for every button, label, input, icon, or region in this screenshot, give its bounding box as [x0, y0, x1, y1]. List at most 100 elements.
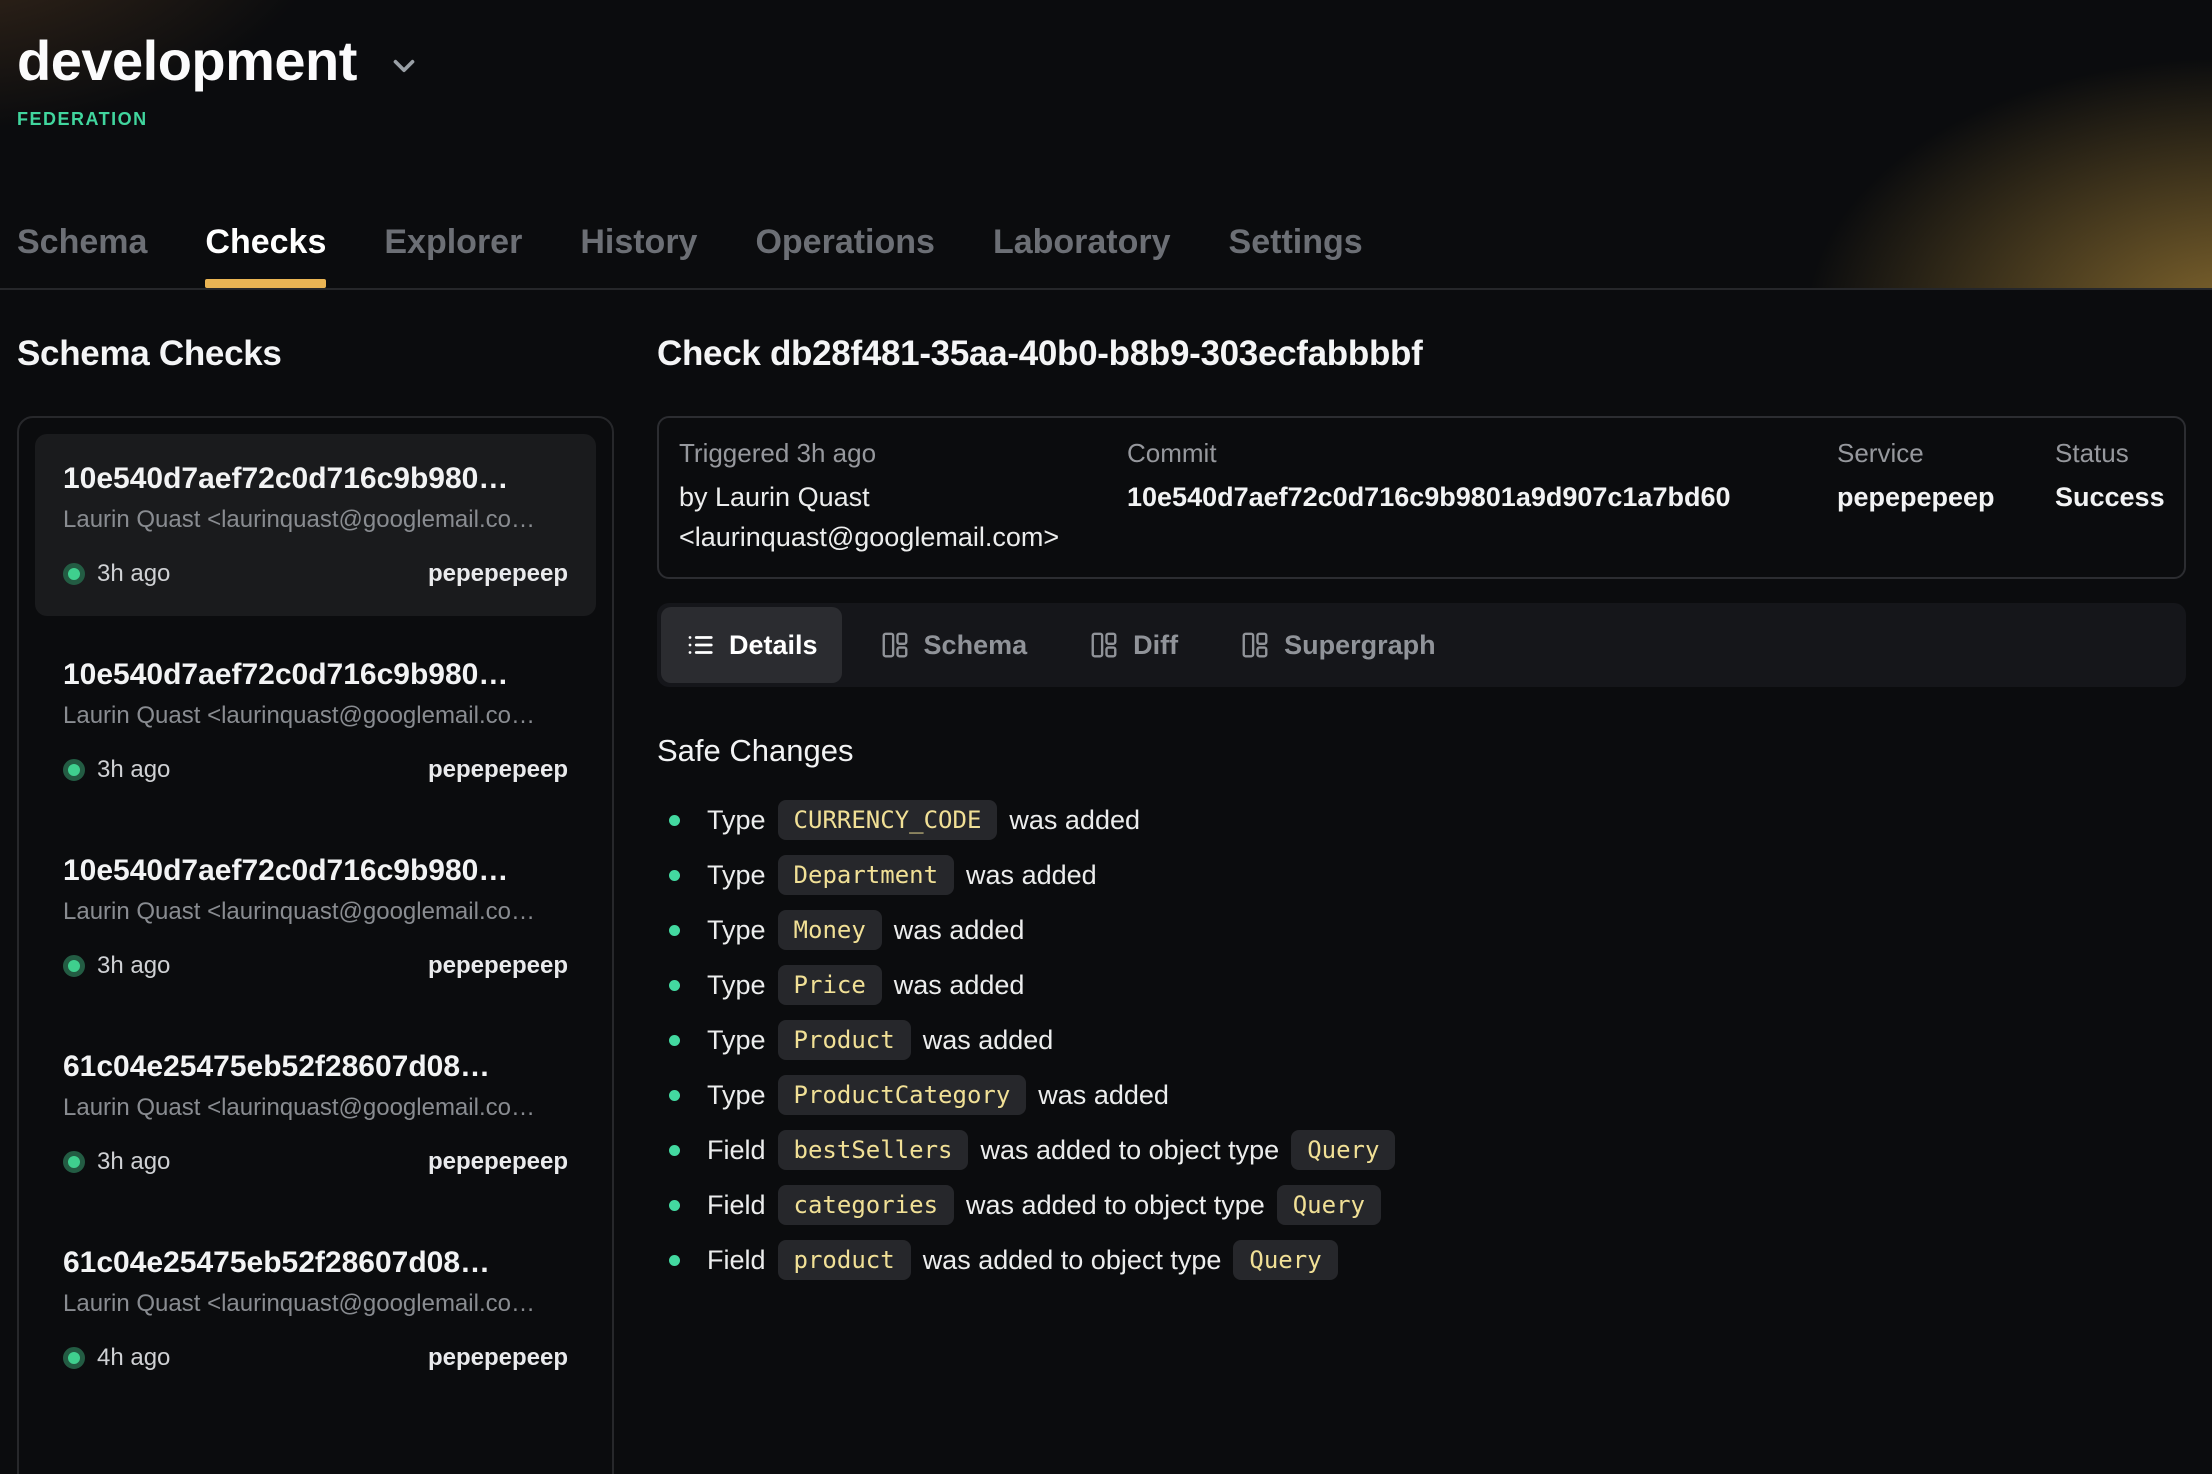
tab-supergraph[interactable]: Supergraph: [1216, 607, 1460, 683]
check-detail-title: Check db28f481-35aa-40b0-b8b9-303ecfabbb…: [657, 334, 2186, 374]
service-label: Service: [1837, 438, 2045, 469]
check-time: 3h ago: [97, 1148, 170, 1176]
tab-details[interactable]: Details: [661, 607, 842, 683]
change-row: Type Department was added: [657, 852, 2186, 898]
check-id: 10e540d7aef72c0d716c9b980…: [63, 658, 568, 692]
change-code-chip: CURRENCY_CODE: [778, 800, 998, 840]
nav-tab-laboratory[interactable]: Laboratory: [993, 223, 1171, 288]
tab-details-label: Details: [729, 630, 818, 661]
change-kind: Type: [707, 805, 766, 836]
change-code-chip: ProductCategory: [778, 1075, 1027, 1115]
meta-status: Status Success: [2055, 438, 2165, 557]
check-service: pepepepeep: [428, 1344, 568, 1372]
bullet-icon: [669, 1145, 680, 1156]
check-service: pepepepeep: [428, 952, 568, 980]
change-row: Field categories was added to object typ…: [657, 1182, 2186, 1228]
check-service: pepepepeep: [428, 560, 568, 588]
change-kind: Type: [707, 1025, 766, 1056]
nav-tab-operations[interactable]: Operations: [755, 223, 934, 288]
nav-tab-checks[interactable]: Checks: [205, 223, 326, 288]
status-value: Success: [2055, 477, 2165, 517]
change-text: was added: [966, 860, 1097, 891]
commit-label: Commit: [1127, 438, 1827, 469]
triggered-label: Triggered 3h ago: [679, 438, 1117, 469]
nav-tab-settings[interactable]: Settings: [1229, 223, 1363, 288]
nav-tab-explorer[interactable]: Explorer: [384, 223, 522, 288]
safe-changes-list: Type CURRENCY_CODE was added Type Depart…: [657, 797, 2186, 1283]
change-code-chip: bestSellers: [778, 1130, 969, 1170]
change-row: Field product was added to object type Q…: [657, 1237, 2186, 1283]
status-dot-icon: [63, 563, 85, 585]
check-list-item[interactable]: 61c04e25475eb52f28607d08… Laurin Quast <…: [35, 1218, 596, 1400]
meta-triggered: Triggered 3h ago by Laurin Quast <laurin…: [679, 438, 1117, 557]
triggered-by: by Laurin Quast: [679, 477, 1117, 517]
meta-commit: Commit 10e540d7aef72c0d716c9b9801a9d907c…: [1127, 438, 1827, 557]
triggered-email: <laurinquast@googlemail.com>: [679, 517, 1117, 557]
check-id: 10e540d7aef72c0d716c9b980…: [63, 854, 568, 888]
change-code2-chip: Query: [1233, 1240, 1337, 1280]
tab-diff[interactable]: Diff: [1065, 607, 1202, 683]
columns-icon: [1240, 630, 1270, 660]
change-code-chip: product: [778, 1240, 911, 1280]
check-time: 4h ago: [97, 1344, 170, 1372]
check-author: Laurin Quast <laurinquast@googlemail.co…: [63, 702, 568, 730]
service-name: pepepepeep: [1837, 477, 2045, 517]
check-service: pepepepeep: [428, 756, 568, 784]
change-row: Type ProductCategory was added: [657, 1072, 2186, 1118]
tab-supergraph-label: Supergraph: [1284, 630, 1436, 661]
main-nav: Schema Checks Explorer History Operation…: [17, 223, 1363, 288]
change-row: Type Product was added: [657, 1017, 2186, 1063]
status-dot-icon: [63, 955, 85, 977]
change-row: Type Money was added: [657, 907, 2186, 953]
change-kind: Field: [707, 1135, 766, 1166]
check-detail-panel: Check db28f481-35aa-40b0-b8b9-303ecfabbb…: [657, 290, 2186, 1474]
bullet-icon: [669, 1200, 680, 1211]
change-kind: Type: [707, 915, 766, 946]
columns-icon: [880, 630, 910, 660]
status-dot-icon: [63, 1347, 85, 1369]
change-code2-chip: Query: [1277, 1185, 1381, 1225]
tab-schema-label: Schema: [924, 630, 1028, 661]
change-code-chip: Money: [778, 910, 882, 950]
change-text: was added: [894, 970, 1025, 1001]
bullet-icon: [669, 980, 680, 991]
change-text: was added to object type: [923, 1245, 1222, 1276]
check-list-item[interactable]: 10e540d7aef72c0d716c9b980… Laurin Quast …: [35, 434, 596, 616]
change-row: Field bestSellers was added to object ty…: [657, 1127, 2186, 1173]
check-meta-box: Triggered 3h ago by Laurin Quast <laurin…: [657, 416, 2186, 579]
check-list-item[interactable]: 10e540d7aef72c0d716c9b980… Laurin Quast …: [35, 826, 596, 1008]
page-header: development FEDERATION Schema Checks Exp…: [0, 0, 2212, 290]
tab-schema[interactable]: Schema: [856, 607, 1052, 683]
change-kind: Type: [707, 860, 766, 891]
bullet-icon: [669, 1035, 680, 1046]
check-author: Laurin Quast <laurinquast@googlemail.co…: [63, 1290, 568, 1318]
bullet-icon: [669, 1255, 680, 1266]
change-text: was added to object type: [980, 1135, 1279, 1166]
change-code-chip: categories: [778, 1185, 955, 1225]
nav-tab-history[interactable]: History: [580, 223, 697, 288]
change-row: Type CURRENCY_CODE was added: [657, 797, 2186, 843]
chevron-down-icon[interactable]: [387, 49, 421, 83]
check-time: 3h ago: [97, 560, 170, 588]
change-text: was added: [894, 915, 1025, 946]
status-dot-icon: [63, 1151, 85, 1173]
change-row: Type Price was added: [657, 962, 2186, 1008]
checks-sidebar: Schema Checks 10e540d7aef72c0d716c9b980……: [17, 290, 614, 1474]
check-list-item[interactable]: 61c04e25475eb52f28607d08… Laurin Quast <…: [35, 1022, 596, 1204]
check-service: pepepepeep: [428, 1148, 568, 1176]
check-list-item[interactable]: 10e540d7aef72c0d716c9b980… Laurin Quast …: [35, 630, 596, 812]
check-author: Laurin Quast <laurinquast@googlemail.co…: [63, 506, 568, 534]
nav-tab-schema[interactable]: Schema: [17, 223, 147, 288]
check-id: 61c04e25475eb52f28607d08…: [63, 1246, 568, 1280]
change-text: was added: [1009, 805, 1140, 836]
status-dot-icon: [63, 759, 85, 781]
change-text: was added: [1038, 1080, 1169, 1111]
change-kind: Field: [707, 1190, 766, 1221]
bullet-icon: [669, 870, 680, 881]
check-time: 3h ago: [97, 756, 170, 784]
status-label: Status: [2055, 438, 2165, 469]
columns-icon: [1089, 630, 1119, 660]
bullet-icon: [669, 1090, 680, 1101]
safe-changes-heading: Safe Changes: [657, 733, 2186, 769]
tab-diff-label: Diff: [1133, 630, 1178, 661]
